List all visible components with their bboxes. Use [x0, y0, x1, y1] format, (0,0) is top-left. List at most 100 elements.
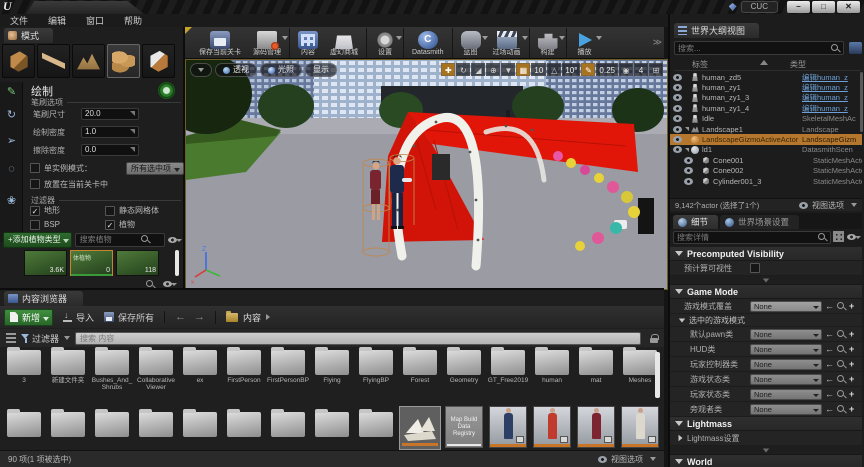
lit-mode-button[interactable]: 光照: [260, 63, 302, 77]
browse-icon[interactable]: [837, 302, 846, 311]
character[interactable]: [574, 404, 618, 450]
lasso-select-icon[interactable]: ◌: [4, 162, 19, 177]
mode-tool-button[interactable]: [72, 44, 105, 78]
scale-tool-icon[interactable]: ◢: [471, 63, 485, 76]
rotation-snap-icon[interactable]: △: [547, 63, 561, 76]
reset-arrow-icon[interactable]: ←: [825, 375, 834, 384]
add-icon[interactable]: +: [849, 405, 854, 414]
add-icon[interactable]: +: [849, 302, 854, 311]
outliner-row[interactable]: human_zd5 编辑human_z: [670, 72, 862, 82]
reapply-icon[interactable]: ↻: [4, 108, 19, 123]
rotation-snap-value[interactable]: 10°: [562, 63, 580, 76]
import-button[interactable]: 导入: [63, 311, 94, 324]
restore-button[interactable]: □: [812, 1, 835, 13]
foliage-scrollbar[interactable]: [175, 250, 179, 276]
toolbar-overflow[interactable]: ≫: [653, 37, 662, 48]
place-in-level-checkbox[interactable]: [30, 179, 40, 189]
camera-speed-value[interactable]: 4: [634, 63, 648, 76]
breadcrumb[interactable]: 内容: [215, 311, 270, 324]
add-foliage-type-button[interactable]: +添加植物类型: [3, 232, 72, 248]
project-badge[interactable]: CUC: [741, 1, 778, 13]
add-icon[interactable]: +: [849, 330, 854, 339]
actor-type[interactable]: StaticMeshActo: [813, 166, 862, 175]
gamemode-class-dropdown[interactable]: None: [750, 329, 822, 340]
mode-tool-button[interactable]: [107, 44, 140, 78]
gamemode-override-dropdown[interactable]: None: [750, 301, 822, 312]
folder[interactable]: [354, 404, 398, 450]
details-search-input[interactable]: [677, 233, 818, 242]
menu-item[interactable]: 帮助: [124, 14, 142, 27]
content-search-input[interactable]: [80, 334, 636, 343]
character[interactable]: [530, 404, 574, 450]
brush-value-input[interactable]: 20.0: [81, 108, 139, 120]
outliner-header[interactable]: 标签 类型: [674, 59, 862, 71]
actor-type[interactable]: 编辑human_z: [802, 82, 862, 93]
filter-checkbox-row[interactable]: 植物: [105, 219, 180, 230]
reset-arrow-icon[interactable]: ←: [825, 330, 834, 339]
mode-tool-button[interactable]: [37, 44, 70, 78]
spinner-icon[interactable]: [129, 129, 135, 135]
section-lightmass[interactable]: Lightmass: [670, 417, 862, 431]
foliage-type-tile[interactable]: 3.6K: [24, 250, 67, 276]
registry[interactable]: Map Build Data Registry: [442, 404, 486, 450]
map-build[interactable]: [398, 404, 442, 450]
actor-type[interactable]: SkeletalMeshAc: [802, 114, 862, 123]
actor-type[interactable]: 编辑human_z: [802, 72, 862, 83]
folder-item[interactable]: GT_Free2019: [486, 350, 530, 391]
forward-arrow-icon[interactable]: →: [194, 311, 205, 323]
toolbar-button[interactable]: 内容: [289, 28, 324, 58]
details-search-box[interactable]: [673, 231, 831, 244]
add-icon[interactable]: +: [849, 390, 854, 399]
reset-arrow-icon[interactable]: ←: [825, 360, 834, 369]
filter-checkbox[interactable]: [30, 220, 40, 230]
browse-icon[interactable]: [837, 405, 846, 414]
filters-button[interactable]: 过滤器: [21, 332, 70, 345]
section-precomputed-visibility[interactable]: Precomputed Visibility: [670, 247, 862, 261]
menu-item[interactable]: 窗口: [86, 14, 104, 27]
outliner-row[interactable]: Idle SkeletalMeshAc: [670, 114, 862, 124]
camera-speed-icon[interactable]: ◉: [619, 63, 633, 76]
select-cursor-icon[interactable]: ➢: [4, 134, 19, 149]
single-instance-checkbox[interactable]: [30, 163, 40, 173]
section-world[interactable]: World: [670, 455, 862, 467]
toolbar-button[interactable]: 保存当前关卡: [193, 28, 247, 58]
browse-icon[interactable]: [837, 360, 846, 369]
add-new-button[interactable]: 新增: [4, 309, 53, 326]
filter-checkbox[interactable]: [105, 220, 115, 230]
lightmass-settings-label[interactable]: Lightmass设置: [683, 433, 739, 444]
actor-type[interactable]: 编辑human_z: [802, 103, 862, 114]
single-instance-dropdown[interactable]: 所有选中项: [126, 162, 184, 175]
surface-snap-icon[interactable]: ▼: [501, 63, 515, 76]
character[interactable]: [486, 404, 530, 450]
outliner-row[interactable]: Landscape1 Landscape: [670, 124, 862, 134]
mode-tool-button[interactable]: [142, 44, 175, 78]
level-document-tab[interactable]: [26, 1, 144, 14]
brush-value-input[interactable]: 1.0: [81, 126, 139, 138]
toolbar-button[interactable]: 设置: [366, 28, 401, 58]
display-filter-eye-icon[interactable]: [847, 232, 861, 242]
world-outliner-tab[interactable]: 世界大纲视图: [674, 23, 759, 38]
content-scrollbar[interactable]: [655, 352, 660, 398]
brush-value-input[interactable]: 0.0: [81, 144, 139, 156]
outliner-row[interactable]: Cone002 StaticMeshActo: [670, 166, 862, 176]
actor-type[interactable]: LandscapeGizm: [802, 135, 862, 144]
browse-icon[interactable]: [837, 375, 846, 384]
outliner-row[interactable]: Cone001 StaticMeshActo: [670, 155, 862, 165]
visibility-eye-icon[interactable]: [673, 84, 682, 91]
show-flags-button[interactable]: 显示: [305, 63, 337, 77]
lock-icon[interactable]: [650, 334, 658, 343]
folder[interactable]: [178, 404, 222, 450]
sources-panel-icon[interactable]: [6, 333, 16, 343]
folder-item[interactable]: FlyingBP: [354, 350, 398, 391]
save-all-button[interactable]: 保存所有: [104, 311, 154, 324]
section-expander[interactable]: [670, 276, 862, 285]
spinner-icon[interactable]: [129, 147, 135, 153]
world-settings-tab[interactable]: 世界场景设置: [720, 215, 799, 229]
world-coordinate-icon[interactable]: ⊕: [486, 63, 500, 76]
paint-brush-icon[interactable]: ✎: [4, 85, 19, 100]
foliage-type-tile[interactable]: 118: [116, 250, 159, 276]
folder-item[interactable]: 新建文件夹: [46, 350, 90, 391]
toolbar-button[interactable]: 蓝图: [452, 28, 487, 58]
folder-item[interactable]: mat: [574, 350, 618, 391]
actor-type[interactable]: 编辑human_z: [802, 92, 862, 103]
